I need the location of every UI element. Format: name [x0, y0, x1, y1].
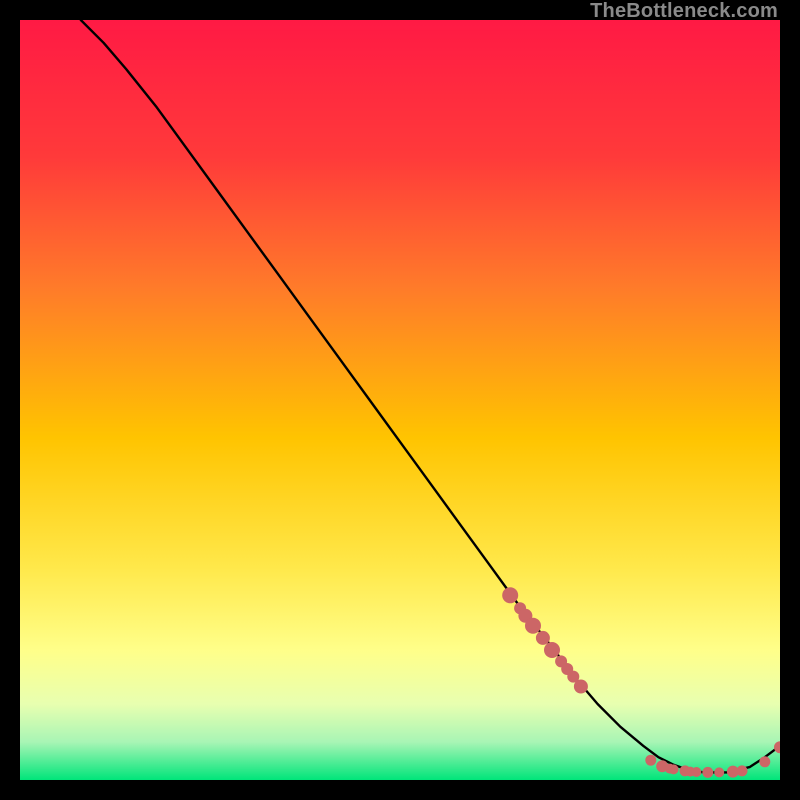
data-point	[525, 618, 541, 634]
chart-stage: TheBottleneck.com	[0, 0, 800, 800]
chart-plot	[20, 20, 780, 780]
data-point	[645, 755, 656, 766]
data-point	[544, 642, 560, 658]
gradient-background	[20, 20, 780, 780]
data-point	[502, 587, 518, 603]
watermark-text: TheBottleneck.com	[590, 0, 778, 23]
data-point	[714, 767, 724, 777]
data-point	[669, 764, 679, 774]
data-point	[691, 767, 701, 777]
data-point	[759, 756, 770, 767]
data-point	[702, 767, 713, 778]
data-point	[574, 680, 588, 694]
data-point	[737, 765, 748, 776]
data-point	[536, 631, 550, 645]
